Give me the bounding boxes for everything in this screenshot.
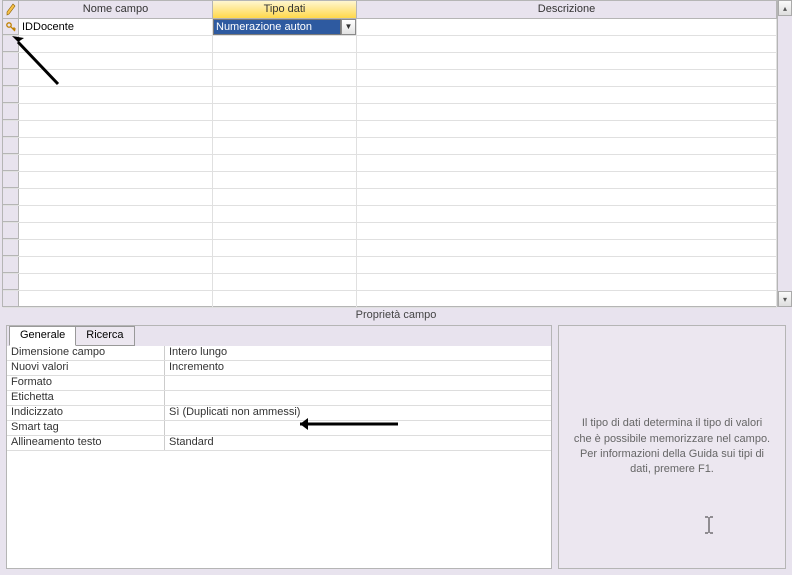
field-row[interactable] [3,104,777,121]
col-header-field-name[interactable]: Nome campo [19,1,213,19]
field-row[interactable]: IDDocente Numerazione auton ▼ [3,19,777,36]
field-row[interactable] [3,53,777,70]
description-cell[interactable] [357,19,777,35]
property-value[interactable] [165,391,551,405]
vertical-scrollbar[interactable]: ▴ ▾ [778,0,792,307]
scroll-up-button[interactable]: ▴ [778,0,792,16]
design-grid: Nome campo Tipo dati Descrizione IDDocen… [2,0,778,307]
tab-lookup[interactable]: Ricerca [75,326,134,346]
property-row[interactable]: Formato [7,376,551,391]
field-row[interactable] [3,223,777,240]
data-type-cell[interactable]: Numerazione auton ▼ [213,19,357,35]
field-row[interactable] [3,206,777,223]
property-name: Allineamento testo [7,436,165,450]
property-name: Dimensione campo [7,346,165,360]
col-header-description[interactable]: Descrizione [357,1,777,19]
scroll-down-button[interactable]: ▾ [778,291,792,307]
tab-general[interactable]: Generale [9,326,76,346]
field-row[interactable] [3,138,777,155]
help-text: Il tipo di dati determina il tipo di val… [573,416,771,478]
help-panel: Il tipo di dati determina il tipo di val… [558,325,786,569]
primary-key-indicator[interactable] [3,19,19,35]
property-value[interactable]: Standard [165,436,551,450]
data-type-combo[interactable]: Numerazione auton ▼ [213,19,356,35]
field-row[interactable] [3,240,777,257]
text-cursor-icon [704,516,714,534]
field-properties-panel: Generale Ricerca Dimensione campoIntero … [6,325,552,569]
property-row[interactable]: Smart tag [7,421,551,436]
property-value[interactable]: Sì (Duplicati non ammessi) [165,406,551,420]
field-row[interactable] [3,155,777,172]
field-row[interactable] [3,172,777,189]
property-value[interactable] [165,376,551,390]
field-row[interactable] [3,291,777,308]
field-row[interactable] [3,257,777,274]
field-properties-label: Proprietà campo [0,309,792,321]
property-row[interactable]: Etichetta [7,391,551,406]
key-icon [5,21,17,33]
data-type-value: Numerazione auton [213,19,341,35]
property-name: Etichetta [7,391,165,405]
dropdown-button[interactable]: ▼ [341,19,356,35]
field-row[interactable] [3,189,777,206]
property-value[interactable] [165,421,551,435]
property-name: Formato [7,376,165,390]
property-row[interactable]: IndicizzatoSì (Duplicati non ammessi) [7,406,551,421]
pencil-cursor-icon [6,3,16,17]
field-row[interactable] [3,121,777,138]
property-name: Indicizzato [7,406,165,420]
property-value[interactable]: Intero lungo [165,346,551,360]
property-name: Smart tag [7,421,165,435]
field-row[interactable] [3,36,777,53]
field-name-cell[interactable]: IDDocente [19,19,213,35]
property-row[interactable]: Allineamento testoStandard [7,436,551,451]
property-row[interactable]: Nuovi valoriIncremento [7,361,551,376]
properties-body: Dimensione campoIntero lungo Nuovi valor… [7,346,551,568]
field-row[interactable] [3,70,777,87]
property-name: Nuovi valori [7,361,165,375]
property-value[interactable]: Incremento [165,361,551,375]
property-row[interactable]: Dimensione campoIntero lungo [7,346,551,361]
field-row[interactable] [3,274,777,291]
col-header-data-type[interactable]: Tipo dati [213,1,357,19]
field-row[interactable] [3,87,777,104]
